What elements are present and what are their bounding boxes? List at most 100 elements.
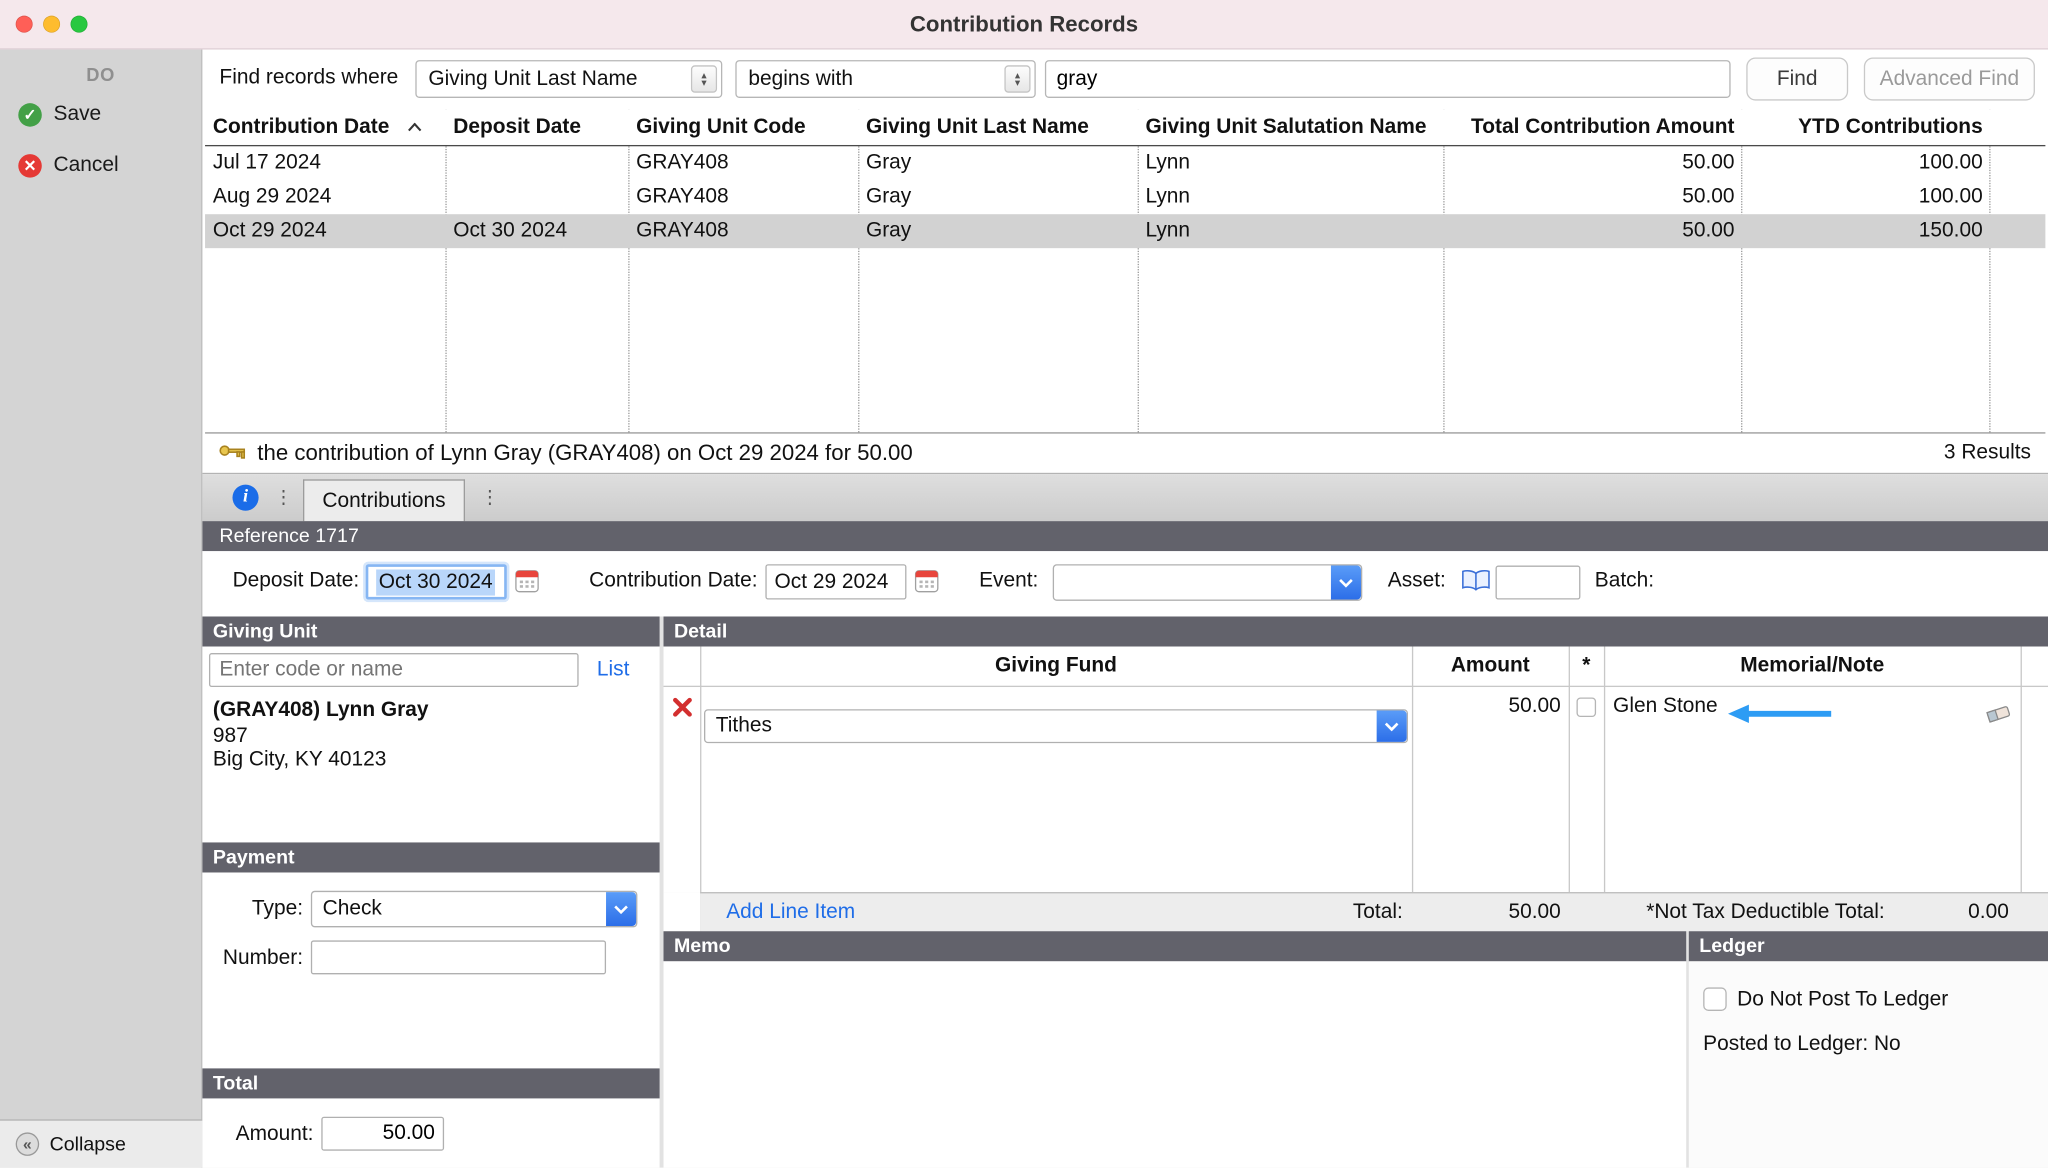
find-field-select[interactable]: Giving Unit Last Name ▴▾ bbox=[415, 60, 722, 98]
total-amount-input[interactable] bbox=[321, 1117, 444, 1151]
batch-label: Batch: bbox=[1595, 569, 1666, 593]
column-header-label: Deposit Date bbox=[453, 116, 581, 140]
payment-number-input[interactable] bbox=[311, 940, 606, 974]
memorial-note-cell[interactable]: Glen Stone bbox=[1604, 695, 2021, 719]
find-operator-select[interactable]: begins with ▴▾ bbox=[735, 60, 1035, 98]
memo-input-area[interactable] bbox=[664, 961, 1687, 1167]
find-button[interactable]: Find bbox=[1746, 57, 1848, 100]
column-header-ytd-contributions[interactable]: YTD Contributions bbox=[1741, 116, 1989, 140]
advanced-find-label: Advanced Find bbox=[1880, 67, 2019, 91]
annotation-arrow bbox=[1728, 704, 1832, 730]
giving-unit-address-line1: 987 bbox=[213, 725, 248, 749]
tab-contributions[interactable]: Contributions bbox=[303, 479, 465, 521]
main-area: Find records where Giving Unit Last Name… bbox=[202, 50, 2048, 1168]
column-header-label: Giving Unit Code bbox=[636, 116, 806, 140]
cancel-x-icon: ✕ bbox=[18, 154, 42, 178]
cell-ytd: 100.00 bbox=[1741, 152, 1989, 176]
cell-code: GRAY408 bbox=[628, 152, 858, 176]
cell-code: GRAY408 bbox=[628, 185, 858, 209]
cell-ytd: 150.00 bbox=[1741, 219, 1989, 243]
asset-label: Asset: bbox=[1381, 569, 1446, 593]
detail-column-divider bbox=[700, 647, 701, 932]
contribution-date-field[interactable]: Oct 29 2024 bbox=[765, 564, 906, 599]
results-table: Contribution Date Deposit Date Giving Un… bbox=[205, 110, 2045, 434]
giving-unit-name: (GRAY408) Lynn Gray bbox=[213, 699, 429, 723]
payment-panel: Type: Check Number: bbox=[202, 872, 659, 1068]
save-button[interactable]: ✓ Save bbox=[0, 94, 201, 136]
cell-deposit-date: Oct 30 2024 bbox=[445, 219, 628, 243]
cell-total: 50.00 bbox=[1443, 185, 1741, 209]
find-bar: Find records where Giving Unit Last Name… bbox=[202, 50, 2048, 110]
calendar-icon[interactable] bbox=[515, 568, 540, 599]
record-form-row: Deposit Date: Oct 30 2024 Contribution D… bbox=[202, 551, 2048, 616]
cell-last-name: Gray bbox=[858, 219, 1138, 243]
close-button[interactable] bbox=[16, 16, 33, 33]
not-tax-deductible-total-value: 0.00 bbox=[1885, 901, 2021, 925]
column-header-giving-unit-last-name[interactable]: Giving Unit Last Name bbox=[858, 116, 1138, 140]
minimize-button[interactable] bbox=[43, 16, 60, 33]
not-tax-deductible-checkbox[interactable] bbox=[1576, 697, 1596, 717]
deposit-date-label: Deposit Date: bbox=[229, 569, 360, 593]
payment-type-select[interactable]: Check bbox=[311, 891, 638, 928]
table-row[interactable]: Aug 29 2024 GRAY408 Gray Lynn 50.00 100.… bbox=[205, 180, 2045, 214]
cell-contribution-date: Jul 17 2024 bbox=[205, 152, 445, 176]
find-query-input[interactable] bbox=[1045, 60, 1731, 98]
memorial-note-value: Glen Stone bbox=[1613, 695, 1718, 719]
table-row-selected[interactable]: Oct 29 2024 Oct 30 2024 GRAY408 Gray Lyn… bbox=[205, 214, 2045, 248]
sidebar: DO ✓ Save ✕ Cancel « Collapse bbox=[0, 50, 202, 1168]
tab-handle-dots-icon[interactable]: ⋮ bbox=[274, 486, 292, 508]
column-header-contribution-date[interactable]: Contribution Date bbox=[205, 116, 445, 140]
payment-type-value: Check bbox=[323, 897, 382, 921]
column-header-giving-unit-salutation-name[interactable]: Giving Unit Salutation Name bbox=[1138, 116, 1444, 140]
payment-header-label: Payment bbox=[213, 846, 295, 868]
select-stepper-icon: ▴▾ bbox=[1004, 65, 1030, 92]
sort-ascending-icon bbox=[408, 123, 422, 132]
results-table-header: Contribution Date Deposit Date Giving Un… bbox=[205, 110, 2045, 147]
cancel-button[interactable]: ✕ Cancel bbox=[0, 145, 201, 187]
cancel-label: Cancel bbox=[54, 154, 119, 178]
deposit-date-field[interactable]: Oct 30 2024 bbox=[366, 564, 507, 599]
not-tax-deductible-total-label: *Not Tax Deductible Total: bbox=[1604, 901, 1885, 925]
list-link[interactable]: List bbox=[597, 658, 630, 682]
column-header-deposit-date[interactable]: Deposit Date bbox=[445, 116, 628, 140]
find-records-label: Find records where bbox=[219, 67, 398, 91]
advanced-find-button[interactable]: Advanced Find bbox=[1864, 57, 2035, 100]
asset-input[interactable] bbox=[1496, 566, 1581, 600]
detail-header: Detail bbox=[664, 616, 2048, 646]
giving-unit-address-line2: Big City, KY 40123 bbox=[213, 748, 386, 772]
detail-column-amount: Amount bbox=[1412, 654, 1569, 678]
column-header-label: YTD Contributions bbox=[1798, 116, 1983, 140]
add-line-item-link[interactable]: Add Line Item bbox=[700, 901, 1092, 925]
collapse-label: Collapse bbox=[50, 1133, 126, 1155]
memo-header: Memo bbox=[664, 931, 1687, 961]
contribution-date-value: Oct 29 2024 bbox=[775, 570, 889, 594]
column-header-giving-unit-code[interactable]: Giving Unit Code bbox=[628, 116, 858, 140]
detail-column-divider bbox=[1604, 647, 1605, 932]
calendar-icon[interactable] bbox=[914, 568, 939, 599]
contribution-date-label: Contribution Date: bbox=[564, 569, 757, 593]
cell-last-name: Gray bbox=[858, 152, 1138, 176]
giving-unit-panel: List (GRAY408) Lynn Gray 987 Big City, K… bbox=[202, 647, 659, 843]
note-eraser-icon[interactable] bbox=[1985, 703, 2011, 732]
tab-handle-dots-icon[interactable]: ⋮ bbox=[481, 486, 499, 508]
do-not-post-checkbox[interactable] bbox=[1703, 987, 1727, 1011]
zoom-button[interactable] bbox=[71, 16, 88, 33]
left-panels: Giving Unit List (GRAY408) Lynn Gray 987… bbox=[202, 616, 659, 1167]
info-icon[interactable]: i bbox=[232, 485, 258, 511]
giving-unit-search-input[interactable] bbox=[209, 653, 579, 687]
delete-line-icon[interactable] bbox=[664, 696, 701, 718]
traffic-lights bbox=[16, 16, 88, 33]
column-header-total-contribution-amount[interactable]: Total Contribution Amount bbox=[1443, 116, 1741, 140]
table-row[interactable]: Jul 17 2024 GRAY408 Gray Lynn 50.00 100.… bbox=[205, 146, 2045, 180]
event-select[interactable] bbox=[1053, 564, 1363, 601]
collapse-button[interactable]: « Collapse bbox=[0, 1119, 202, 1167]
line-amount[interactable]: 50.00 bbox=[1412, 695, 1569, 719]
cell-ytd: 100.00 bbox=[1741, 185, 1989, 209]
total-panel: Amount: bbox=[202, 1098, 659, 1167]
giving-fund-select[interactable]: Tithes bbox=[704, 709, 1408, 743]
window-titlebar: Contribution Records bbox=[0, 0, 2048, 50]
app-window: Contribution Records DO ✓ Save ✕ Cancel … bbox=[0, 0, 2048, 1168]
total-header: Total bbox=[202, 1068, 659, 1098]
asset-book-icon[interactable] bbox=[1460, 568, 1491, 599]
payment-number-label: Number: bbox=[202, 947, 303, 971]
